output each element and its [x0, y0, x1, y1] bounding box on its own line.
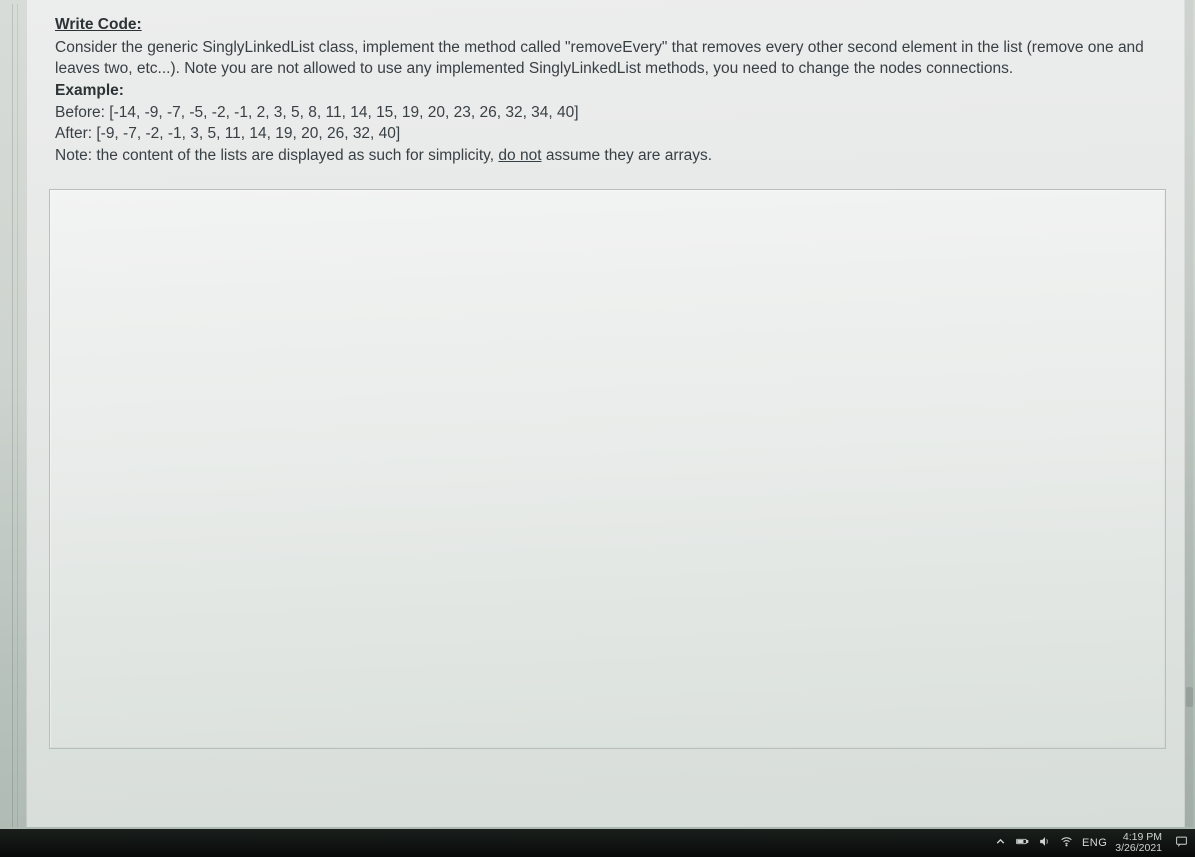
note-prefix: Note: the content of the lists are displ…	[55, 147, 498, 164]
page-margin-rule	[12, 4, 18, 827]
question-note: Note: the content of the lists are displ…	[55, 145, 1160, 167]
chevron-up-icon[interactable]	[994, 835, 1007, 851]
taskbar: ENG 4:19 PM 3/26/2021	[0, 829, 1195, 857]
question-prompt: Consider the generic SinglyLinkedList cl…	[55, 37, 1160, 80]
clock-date: 3/26/2021	[1115, 843, 1162, 854]
language-indicator[interactable]: ENG	[1082, 837, 1107, 849]
question-title: Write Code:	[55, 14, 1160, 36]
battery-icon[interactable]	[1016, 835, 1029, 851]
action-center-icon[interactable]	[1174, 835, 1189, 851]
system-tray[interactable]: ENG	[994, 835, 1107, 851]
wifi-icon[interactable]	[1060, 835, 1073, 851]
scrollbar[interactable]	[1185, 0, 1193, 827]
volume-icon[interactable]	[1038, 835, 1051, 851]
answer-textarea[interactable]	[49, 189, 1166, 749]
example-after: After: [-9, -7, -2, -1, 3, 5, 11, 14, 19…	[55, 123, 1160, 145]
question-block: Write Code: Consider the generic SinglyL…	[27, 0, 1184, 175]
note-suffix: assume they are arrays.	[542, 147, 713, 164]
page-surface: Write Code: Consider the generic SinglyL…	[26, 0, 1185, 827]
example-label: Example:	[55, 80, 1160, 102]
example-before: Before: [-14, -9, -7, -5, -2, -1, 2, 3, …	[55, 102, 1160, 124]
note-underlined: do not	[498, 147, 541, 164]
clock[interactable]: 4:19 PM 3/26/2021	[1115, 832, 1166, 854]
